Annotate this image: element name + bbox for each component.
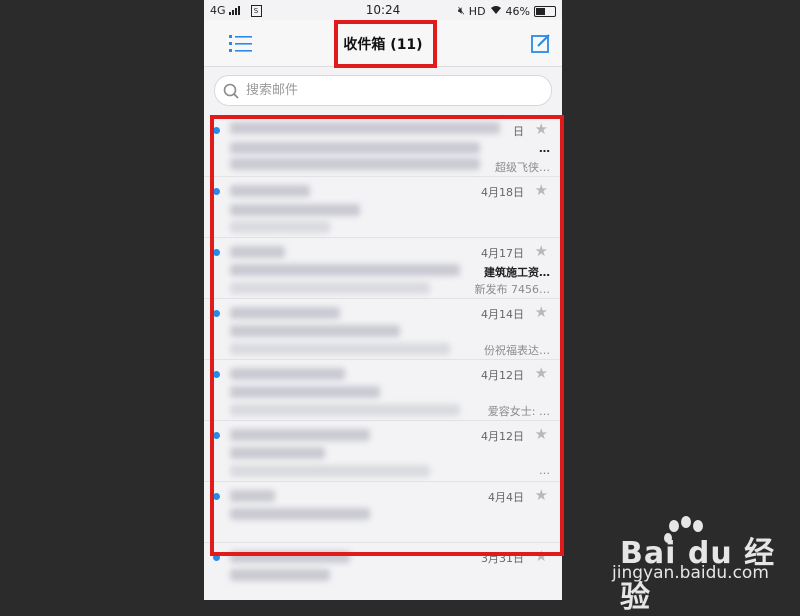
mute-icon: 🔇︎ <box>457 4 465 17</box>
hd-label: HD <box>468 4 486 18</box>
wifi-icon <box>490 5 502 18</box>
list-highlight-box <box>210 115 564 556</box>
status-right: 🔇︎ HD 46% <box>458 4 556 18</box>
battery-percent: 46% <box>505 4 530 18</box>
status-bar: 4G S 10:24 🔇︎ HD 46% <box>204 0 562 20</box>
battery-icon <box>534 5 556 17</box>
compose-icon[interactable] <box>530 32 552 54</box>
blurred-subject <box>230 569 330 581</box>
watermark-url: jingyan.baidu.com <box>612 563 769 583</box>
search-icon <box>223 83 239 99</box>
search-input[interactable] <box>244 82 528 99</box>
title-highlight-box <box>334 20 437 68</box>
search-bar[interactable] <box>214 75 552 106</box>
